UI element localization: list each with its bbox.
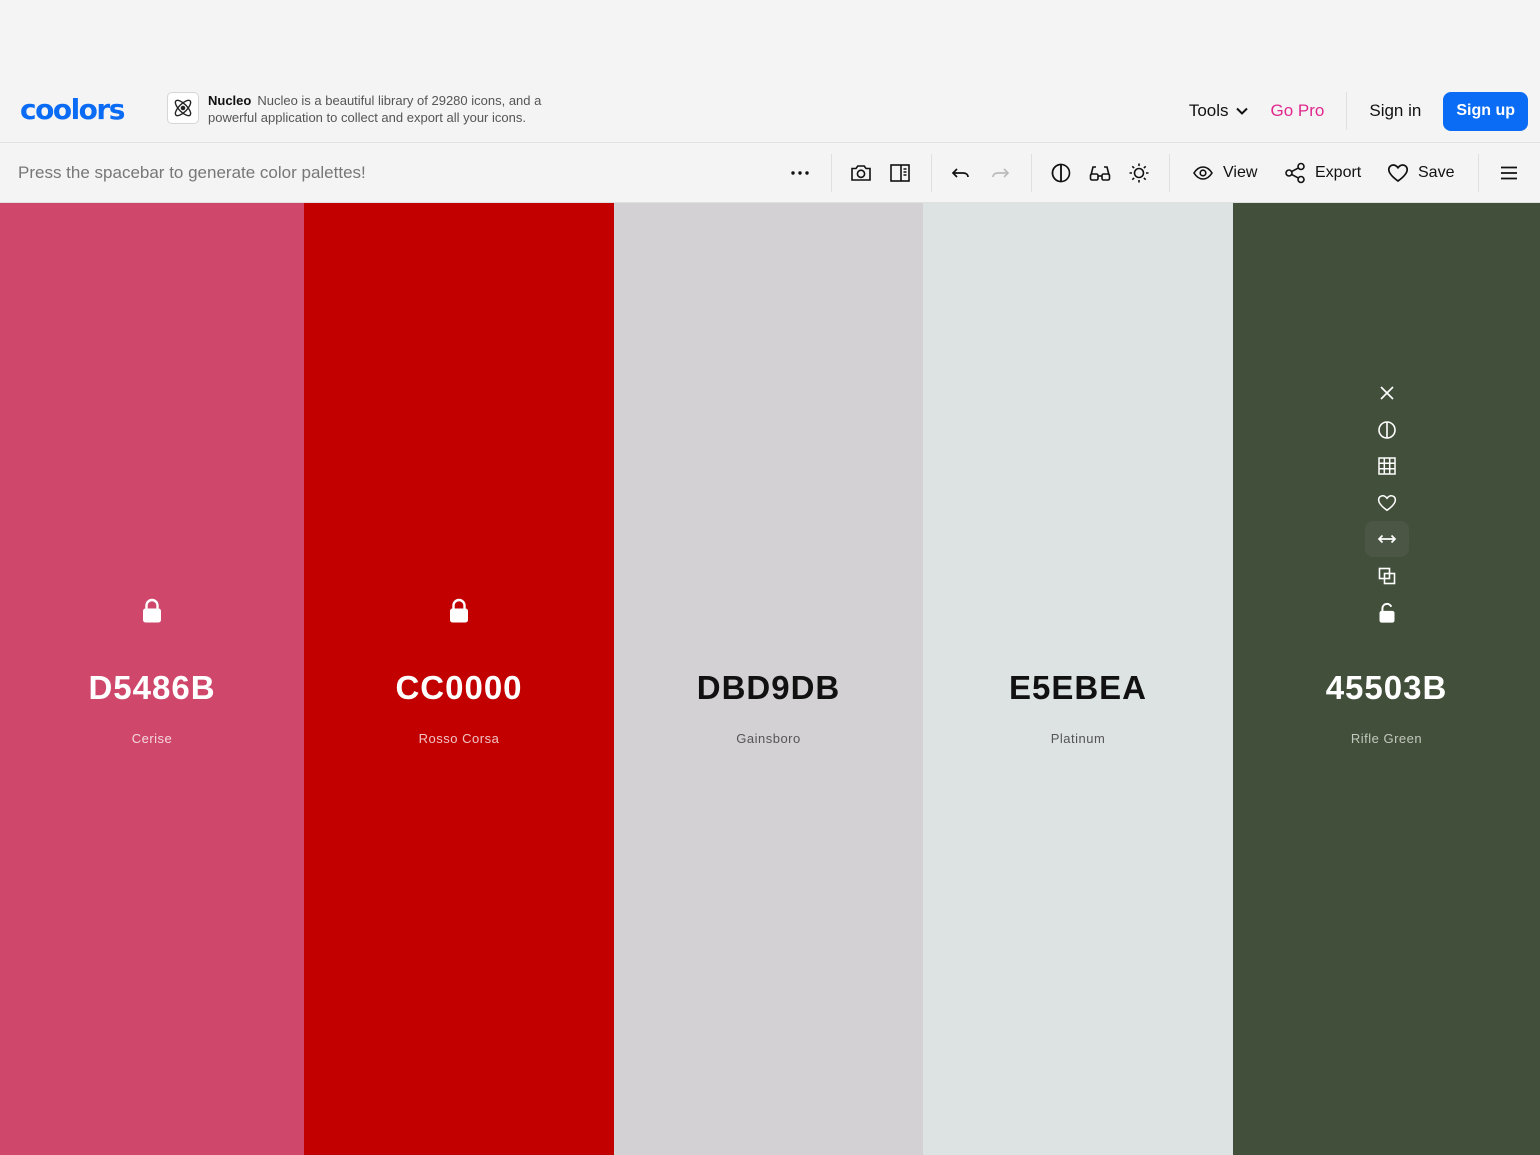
color-column[interactable]: D5486B Cerise [0,203,304,1155]
color-name: Cerise [131,731,173,746]
color-name: Platinum [1050,731,1106,746]
palette: D5486B Cerise CC0000 Rosso Corsa DBD9DB … [0,203,1540,1155]
sidebar-panel-icon[interactable] [888,161,912,185]
menu-icon[interactable] [1497,161,1521,185]
copy-icon[interactable] [1365,558,1409,594]
go-pro-link[interactable]: Go Pro [1271,101,1325,121]
color-column[interactable]: CC0000 Rosso Corsa [304,203,614,1155]
hex-code[interactable]: E5EBEA [923,669,1233,707]
divider [831,154,832,192]
spacebar-hint: Press the spacebar to generate color pal… [18,163,366,182]
drag-horizontal-icon[interactable] [1364,521,1409,558]
color-column[interactable]: E5EBEA Platinum [923,203,1233,1155]
grid-icon[interactable] [1365,448,1409,484]
export-label: Export [1315,164,1362,181]
tools-dropdown[interactable]: Tools [1189,101,1249,121]
color-column[interactable]: DBD9DB Gainsboro [614,203,923,1155]
view-label: View [1223,164,1258,181]
divider [931,154,932,192]
camera-icon[interactable] [849,161,873,185]
hex-code[interactable]: DBD9DB [614,669,923,707]
undo-icon[interactable] [949,161,973,185]
glasses-icon[interactable] [1088,161,1112,185]
more-icon[interactable] [788,161,812,185]
unlock-icon[interactable] [1365,595,1409,631]
palette-toolbar: Press the spacebar to generate color pal… [0,144,1540,203]
chevron-down-icon [1235,107,1248,115]
color-name: Rifle Green [1350,731,1423,746]
header-nav: Tools Go Pro Sign in Sign up [1189,91,1528,131]
tools-label: Tools [1188,101,1229,120]
top-bar: coolors Nucleo Nucleo is a beautiful libr… [0,0,1540,143]
sponsored-ad[interactable]: Nucleo Nucleo is a beautiful library of 2… [167,92,587,126]
divider [1478,154,1479,192]
coolors-logo[interactable]: coolors [20,92,125,128]
sign-in-link[interactable]: Sign in [1369,101,1421,121]
save-label: Save [1418,164,1455,181]
ad-description: Nucleo is a beautiful library of 29280 i… [208,93,542,125]
lock-icon[interactable] [447,598,471,624]
hex-code[interactable]: D5486B [0,669,304,707]
color-column[interactable]: 45503B Rifle Green [1233,203,1540,1155]
atom-icon [167,92,199,124]
ad-title: Nucleo [208,93,252,108]
redo-icon[interactable] [988,161,1012,185]
export-button[interactable]: Export [1284,161,1361,185]
lock-icon[interactable] [140,598,164,624]
view-button[interactable]: View [1192,161,1257,185]
contrast-icon[interactable] [1365,412,1409,448]
sun-icon[interactable] [1127,161,1151,185]
eye-icon [1193,166,1213,180]
hex-code[interactable]: CC0000 [304,669,614,707]
column-tools [1364,375,1409,631]
color-name: Gainsboro [736,731,801,746]
color-name: Rosso Corsa [418,731,500,746]
divider [1169,154,1170,192]
save-button[interactable]: Save [1387,161,1454,185]
heart-icon [1387,164,1409,183]
divider [1031,154,1032,192]
heart-icon[interactable] [1365,485,1409,521]
contrast-icon[interactable] [1049,161,1073,185]
share-icon [1285,162,1305,184]
sign-up-button[interactable]: Sign up [1443,91,1528,131]
hex-code[interactable]: 45503B [1233,669,1540,707]
close-icon[interactable] [1365,375,1409,411]
ad-text: Nucleo Nucleo is a beautiful library of 2… [208,92,587,126]
divider [1346,92,1348,130]
